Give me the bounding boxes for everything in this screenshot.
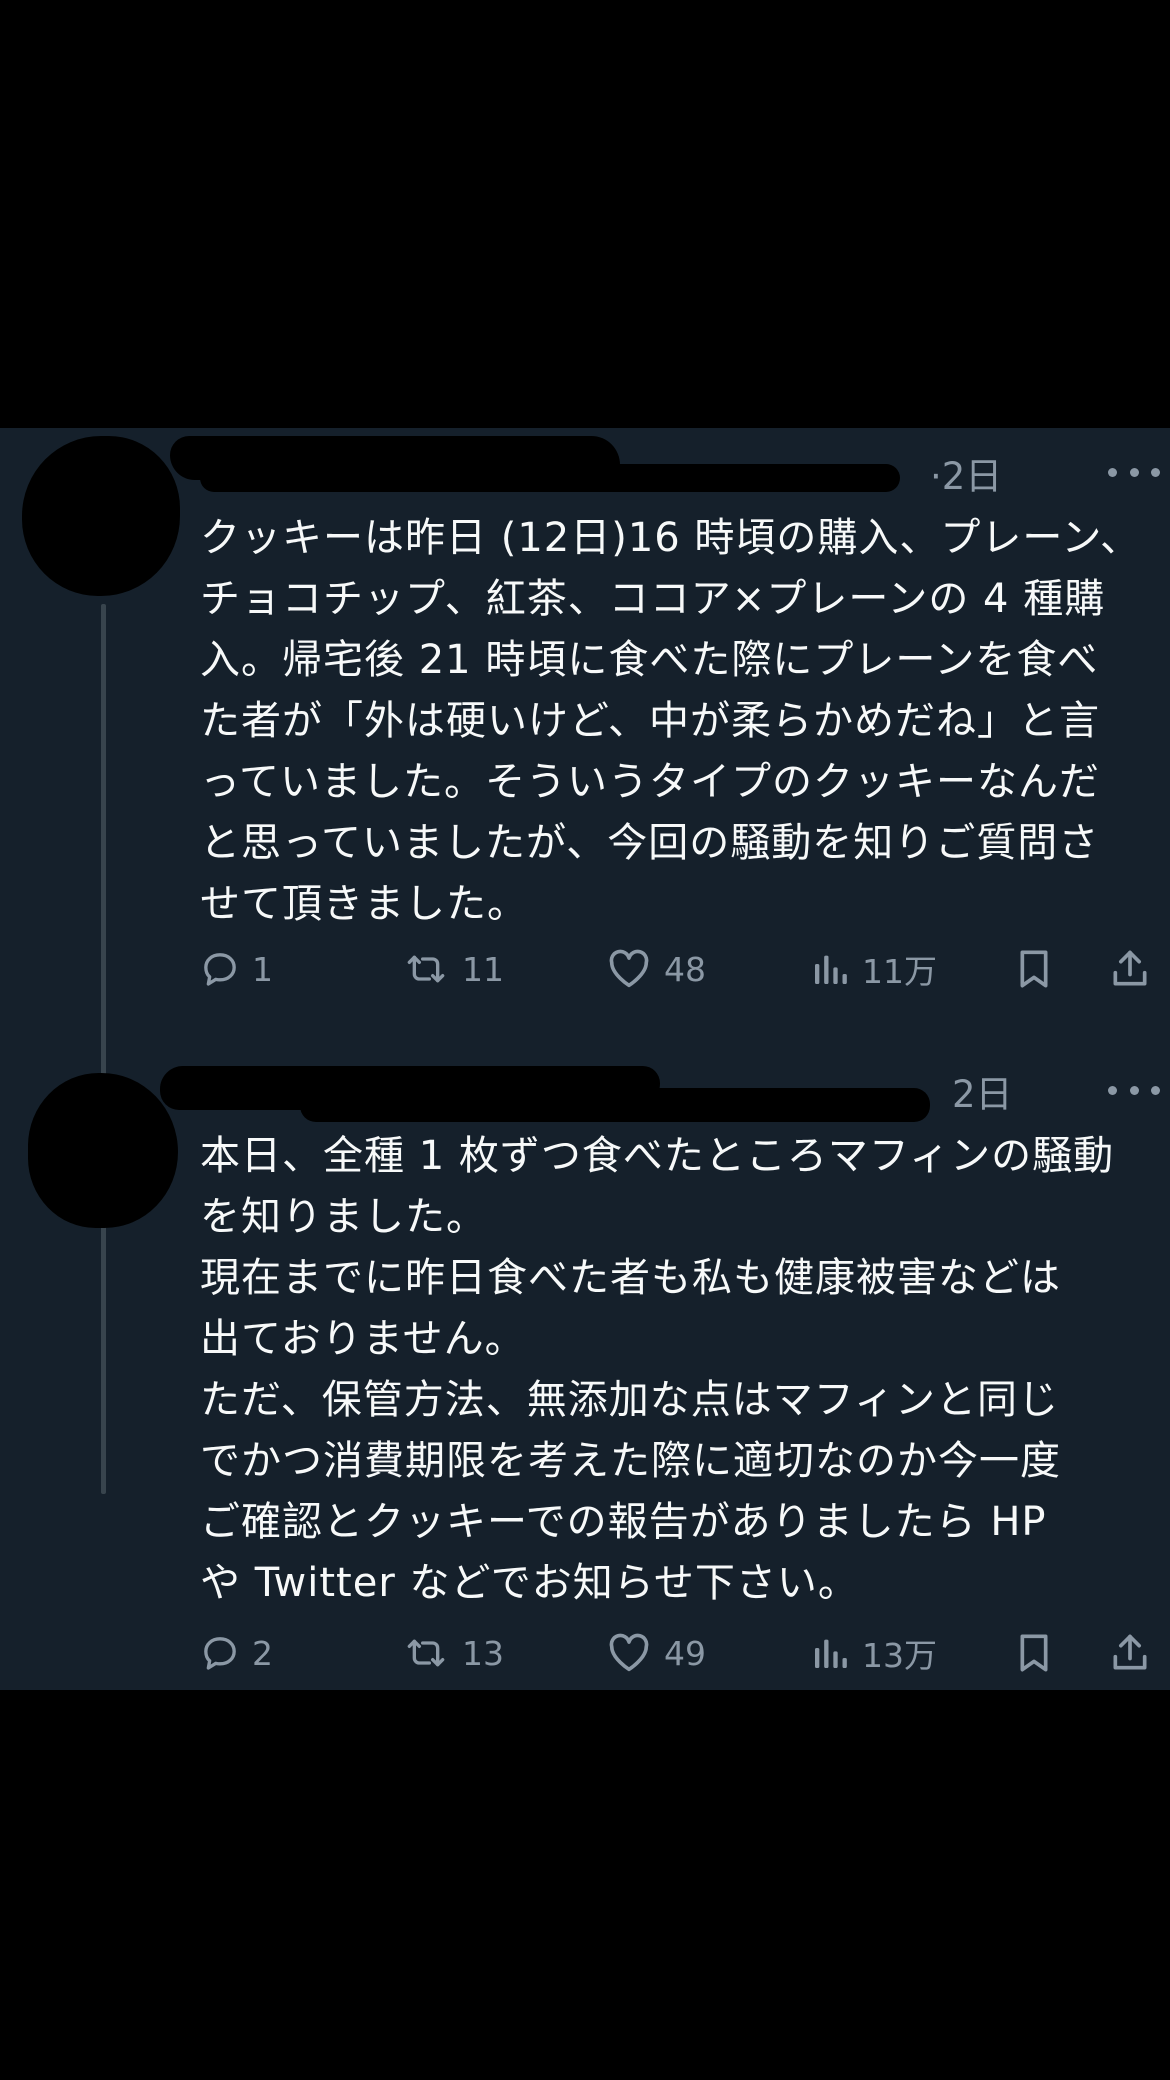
- views-bar-chart-icon: [815, 1639, 847, 1668]
- more-dots-icon[interactable]: [1108, 1080, 1160, 1100]
- tweet-text-line: でかつ消費期限を考えた際に適切なのか今一度: [200, 1438, 1061, 1484]
- views-button[interactable]: 13万: [810, 1625, 937, 1681]
- reply-count: 2: [252, 1633, 273, 1673]
- retweet-icon: [407, 1639, 445, 1667]
- share-button[interactable]: [1108, 1625, 1152, 1681]
- tweet-text-line: 本日、全種 1 枚ずつ食べたところマフィンの騒動: [200, 1133, 1115, 1179]
- reply-count: 1: [252, 949, 273, 989]
- bookmark-icon: [1020, 950, 1048, 988]
- more-dots-icon[interactable]: [1108, 462, 1160, 482]
- redacted-handle: [300, 1088, 930, 1122]
- redacted-avatar: [22, 436, 180, 596]
- reply-icon: [204, 1637, 236, 1670]
- retweet-count: 11: [462, 949, 504, 989]
- bookmark-button[interactable]: [1014, 941, 1054, 997]
- retweet-button[interactable]: 11: [402, 941, 504, 997]
- share-icon: [1113, 1634, 1147, 1670]
- tweet-text-line: 現在までに昨日食べた者も私も健康被害などは: [200, 1255, 1061, 1301]
- bookmark-icon: [1020, 1634, 1048, 1672]
- redacted-avatar: [28, 1073, 178, 1228]
- tweet-text-line: や Twitter などでお知らせ下さい。: [200, 1560, 859, 1606]
- tweet-text-line: チョコチップ、紅茶、ココア×プレーンの 4 種購: [200, 576, 1106, 622]
- like-count: 49: [664, 1633, 706, 1673]
- view-count: 13万: [862, 1636, 937, 1675]
- tweet-text-line: クッキーは昨日 (12日)16 時頃の購入、プレーン、: [200, 515, 1142, 561]
- views-bar-chart-icon: [815, 955, 847, 984]
- like-button[interactable]: 49: [606, 1625, 706, 1681]
- reply-button[interactable]: 2: [200, 1625, 273, 1681]
- views-button[interactable]: 11万: [810, 941, 937, 997]
- tweet-text-line: 入。帰宅後 21 時頃に食べた際にプレーンを食べ: [200, 637, 1099, 683]
- bookmark-button[interactable]: [1014, 1625, 1054, 1681]
- reply-icon: [204, 953, 236, 986]
- tweet-timestamp[interactable]: ·2日: [930, 458, 1002, 495]
- tweet-timestamp[interactable]: 2日: [952, 1076, 1013, 1113]
- tweet-text-line: と思っていましたが、今回の騒動を知りご質問さ: [200, 820, 1100, 866]
- redacted-handle: [200, 464, 900, 492]
- retweet-button[interactable]: 13: [402, 1625, 504, 1681]
- tweet-text-line: た者が「外は硬いけど、中が柔らかめだね」と言: [200, 698, 1100, 744]
- retweet-icon: [407, 955, 445, 983]
- tweet-text-line: を知りました。: [200, 1194, 487, 1240]
- tweet-text-line: ただ、保管方法、無添加な点はマフィンと同じ: [200, 1377, 1059, 1423]
- share-icon: [1113, 950, 1147, 986]
- heart-icon: [609, 1633, 649, 1672]
- tweet-text: クッキーは昨日 (12日)16 時頃の購入、プレーン、 チョコチップ、紅茶、ココ…: [200, 508, 1150, 935]
- reply-button[interactable]: 1: [200, 941, 273, 997]
- tweet-actions: 2 13 49 13万: [196, 1625, 1156, 1681]
- tweet-text: 本日、全種 1 枚ずつ食べたところマフィンの騒動 を知りました。 現在までに昨日…: [200, 1126, 1150, 1614]
- like-button[interactable]: 48: [606, 941, 706, 997]
- retweet-count: 13: [462, 1633, 504, 1673]
- heart-icon: [609, 949, 649, 988]
- tweet-text-line: ご確認とクッキーでの報告がありましたら HP: [200, 1499, 1047, 1545]
- thread-connector: [101, 604, 106, 1494]
- tweet-text-line: 出ておりません。: [200, 1316, 526, 1362]
- share-button[interactable]: [1108, 941, 1152, 997]
- timeline-panel: ·2日 クッキーは昨日 (12日)16 時頃の購入、プレーン、 チョコチップ、紅…: [0, 428, 1170, 1690]
- tweet-text-line: せて頂きました。: [200, 881, 528, 927]
- tweet-text-line: っていました。そういうタイプのクッキーなんだ: [200, 759, 1100, 805]
- view-count: 11万: [862, 952, 937, 991]
- like-count: 48: [664, 949, 706, 989]
- tweet-actions: 1 11 48 11万: [196, 941, 1156, 997]
